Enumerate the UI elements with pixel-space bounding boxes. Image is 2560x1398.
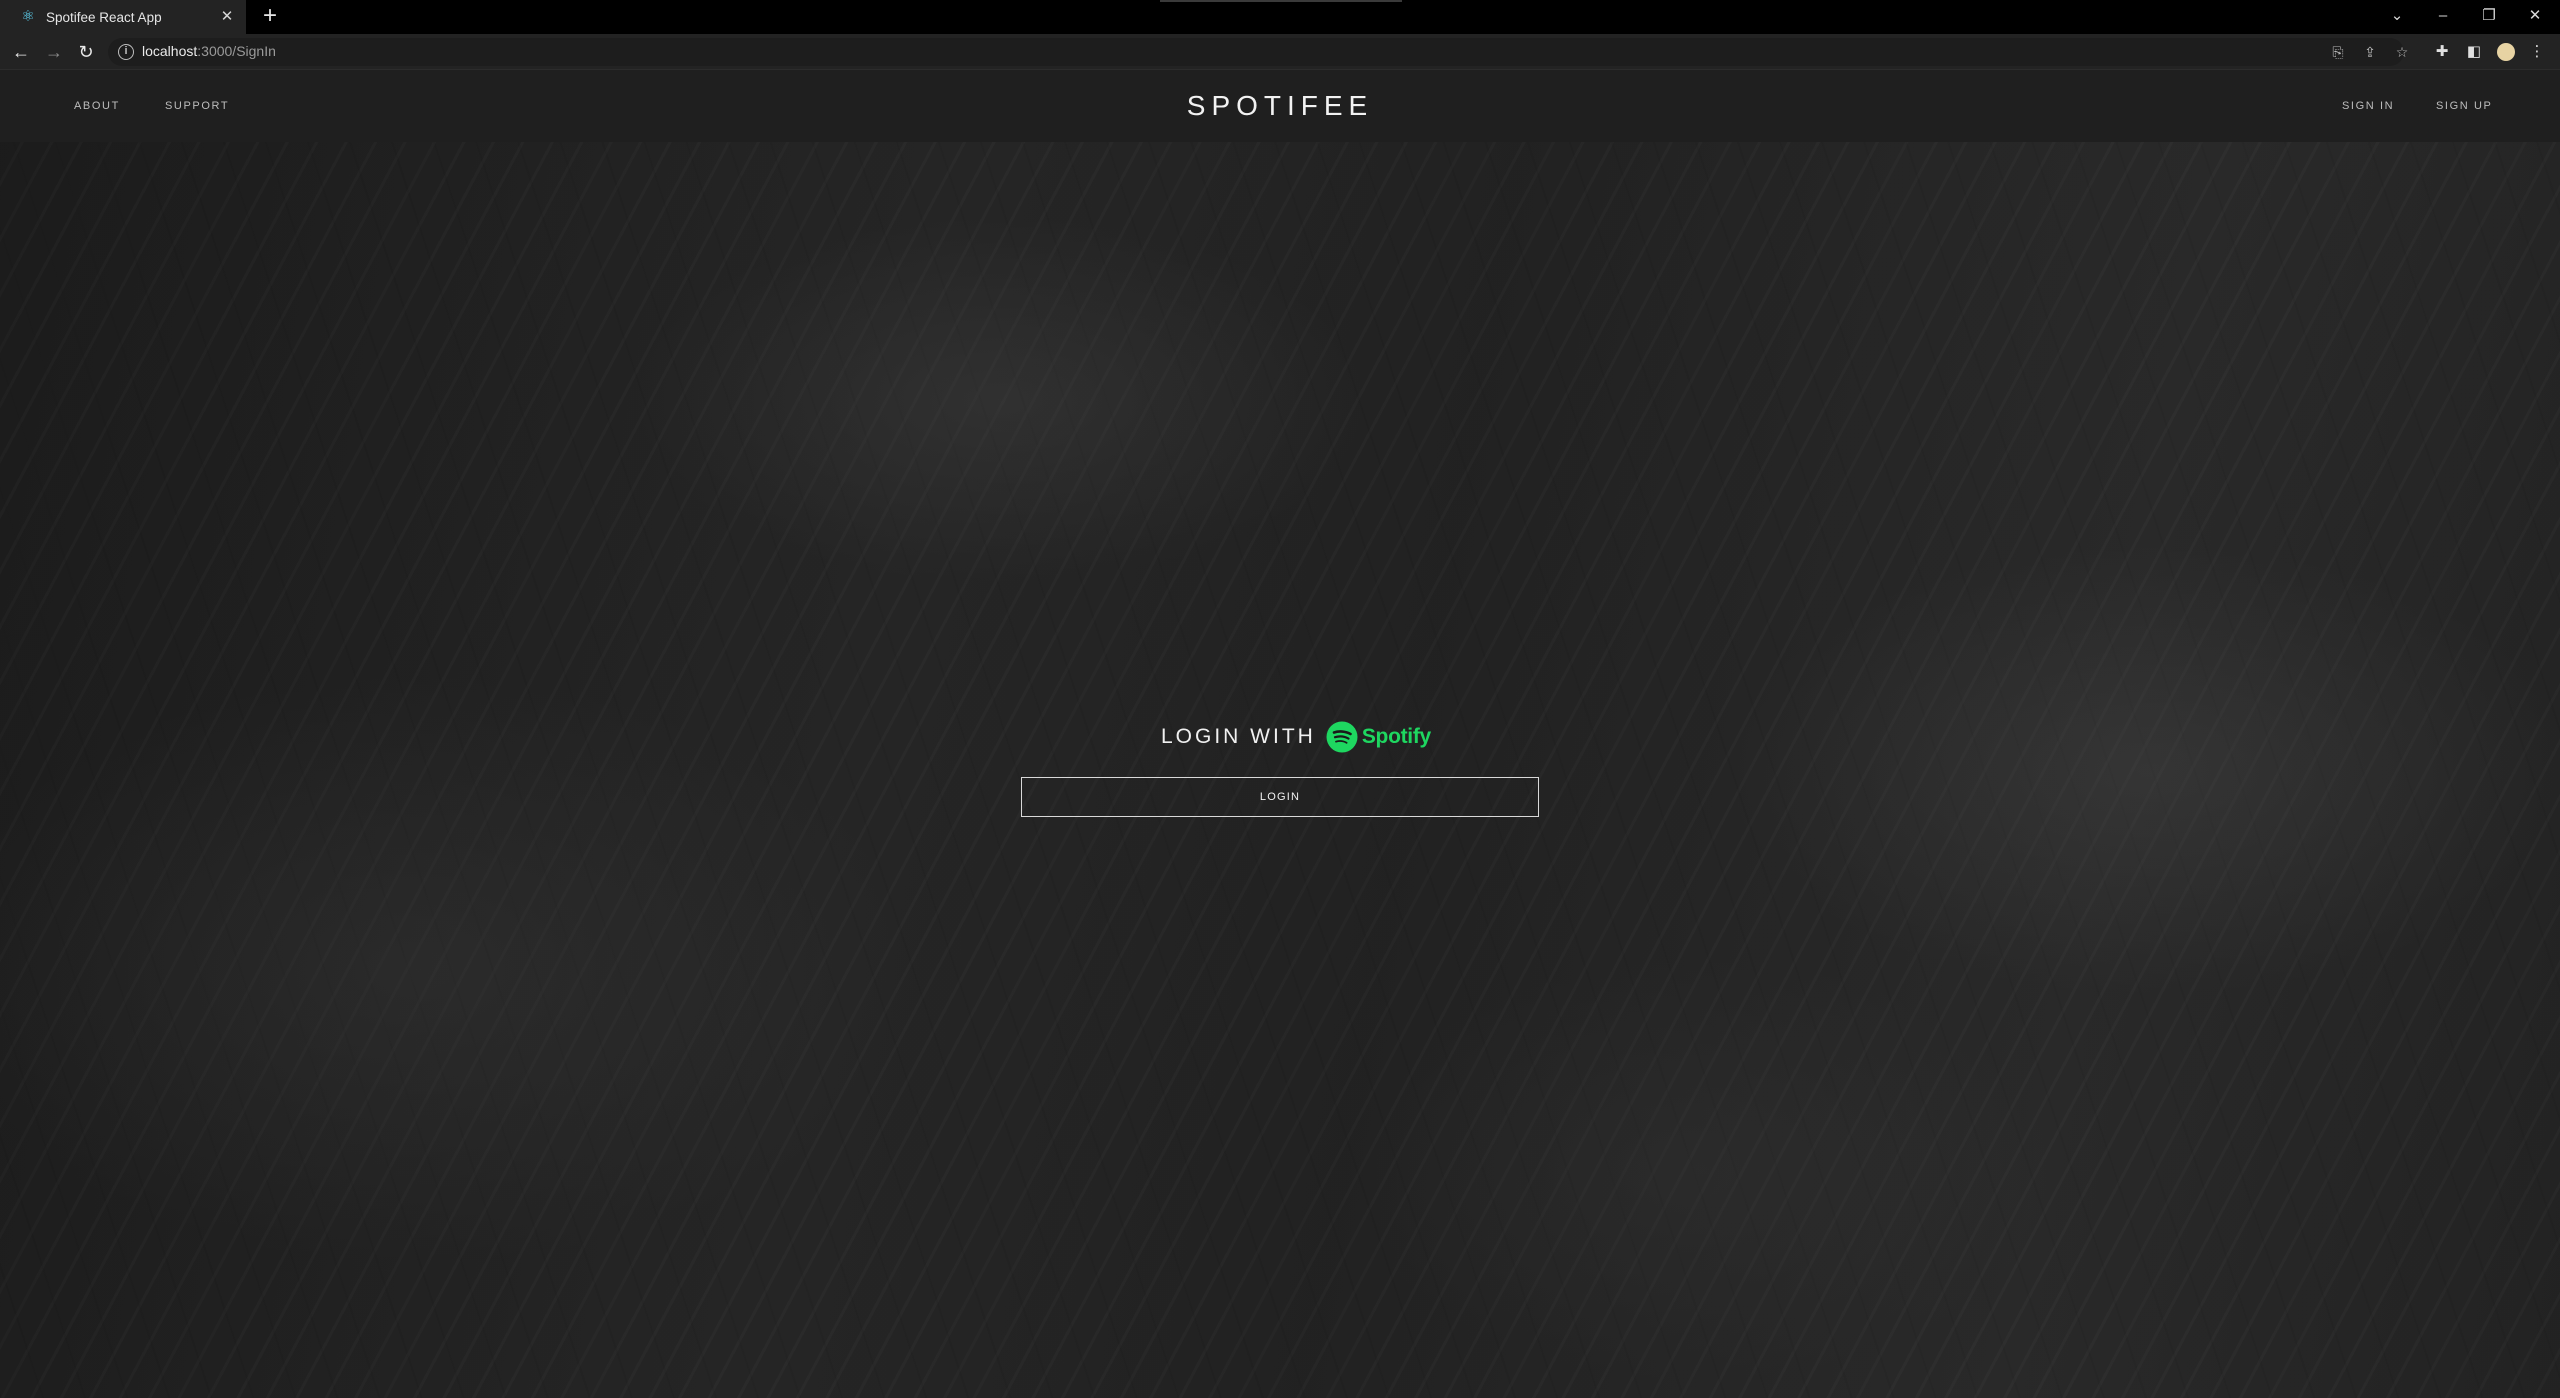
menu-icon[interactable]: ⋮ bbox=[2527, 42, 2547, 62]
spotify-icon bbox=[1326, 721, 1358, 753]
extensions-icon[interactable]: ✚ bbox=[2432, 42, 2452, 62]
react-icon: ⚛ bbox=[21, 8, 35, 25]
site-navbar: ABOUT SUPPORT SPOTIFEE SIGN IN SIGN UP bbox=[0, 70, 2560, 142]
spotify-logo: Spotify bbox=[1326, 721, 1431, 753]
login-button[interactable]: LOGIN bbox=[1021, 777, 1539, 817]
url-host: localhost bbox=[142, 43, 198, 59]
login-heading: LOGIN WITH Spotify bbox=[1161, 720, 1431, 754]
translate-icon[interactable]: ⎘ bbox=[2328, 42, 2348, 62]
restore-icon[interactable]: ❐ bbox=[2466, 0, 2512, 34]
info-icon[interactable]: i bbox=[118, 44, 134, 60]
nav-signin-link[interactable]: SIGN IN bbox=[2342, 100, 2394, 112]
profile-avatar[interactable] bbox=[2497, 43, 2515, 61]
spotify-wordmark: Spotify bbox=[1361, 725, 1431, 748]
reload-icon[interactable]: ↻ bbox=[74, 40, 98, 64]
new-tab-icon[interactable]: + bbox=[258, 4, 282, 29]
bookmark-star-icon[interactable]: ☆ bbox=[2392, 42, 2412, 62]
forward-icon[interactable]: → bbox=[42, 40, 66, 64]
address-bar[interactable]: i localhost:3000/SignIn ⎘ ⇪ ☆ bbox=[108, 38, 2408, 66]
tab-search-icon[interactable]: ⌄ bbox=[2374, 0, 2420, 34]
site-brand[interactable]: SPOTIFEE bbox=[0, 90, 2560, 122]
window-close-icon[interactable]: ✕ bbox=[2512, 0, 2558, 34]
browser-tabstrip: ⚛ Spotifee React App ✕ + ⌄ – ❐ ✕ bbox=[0, 0, 2560, 34]
page-content: ABOUT SUPPORT SPOTIFEE SIGN IN SIGN UP L… bbox=[0, 70, 2560, 1398]
side-panel-icon[interactable]: ◧ bbox=[2464, 42, 2484, 62]
url-path: :3000/SignIn bbox=[197, 43, 276, 59]
browser-tab[interactable]: ⚛ Spotifee React App ✕ bbox=[0, 0, 246, 34]
tabstrip-indicator bbox=[1160, 0, 1402, 2]
share-icon[interactable]: ⇪ bbox=[2360, 42, 2380, 62]
login-with-text: LOGIN WITH bbox=[1161, 725, 1316, 748]
nav-signup-link[interactable]: SIGN UP bbox=[2436, 100, 2492, 112]
browser-toolbar: ← → ↻ i localhost:3000/SignIn ⎘ ⇪ ☆ ✚ ◧ … bbox=[0, 34, 2560, 70]
minimize-icon[interactable]: – bbox=[2420, 0, 2466, 34]
close-icon[interactable]: ✕ bbox=[218, 8, 236, 26]
url-text[interactable]: localhost:3000/SignIn bbox=[142, 43, 276, 59]
tab-title: Spotifee React App bbox=[46, 9, 162, 25]
back-icon[interactable]: ← bbox=[9, 40, 33, 64]
